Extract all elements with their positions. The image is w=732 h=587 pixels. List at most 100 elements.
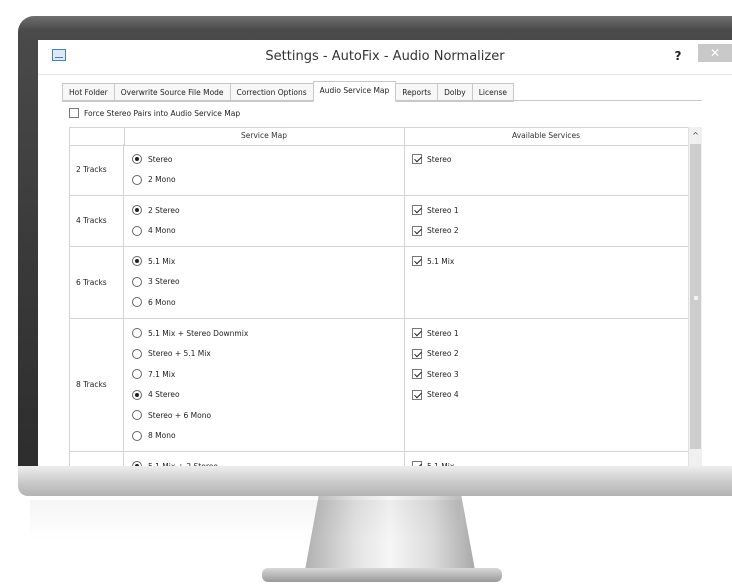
radio-label: 4 Mono: [148, 226, 176, 235]
radio-icon[interactable]: [132, 276, 142, 287]
radio-label: Stereo + 5.1 Mix: [148, 349, 211, 358]
row-label: 6 Tracks: [70, 246, 124, 318]
service-map-radio[interactable]: 8 Mono: [132, 430, 176, 442]
checkbox-label: Stereo 1: [427, 205, 459, 215]
row-label: 4 Tracks: [70, 195, 124, 246]
service-map-radio[interactable]: 5.1 Mix + 2 Stereo: [132, 460, 218, 466]
radio-icon[interactable]: [132, 410, 142, 420]
radio-label: 8 Mono: [148, 431, 176, 440]
row-label: [70, 451, 124, 466]
checkbox-label: Stereo 3: [427, 369, 459, 379]
available-services-cell: Stereo 1 Stereo 2: [404, 195, 688, 246]
radio-icon[interactable]: [132, 389, 142, 400]
service-map-cell: 2 Stereo 4 Mono: [124, 195, 405, 246]
service-map-radio[interactable]: 5.1 Mix: [132, 255, 175, 267]
available-services-cell: 5.1 Mix: [404, 451, 688, 466]
service-map-radio[interactable]: 2 Mono: [132, 174, 176, 186]
scroll-up-icon[interactable]: ^: [689, 127, 702, 144]
header-service-map[interactable]: Service Map: [124, 131, 404, 140]
service-map-cell: Stereo 2 Mono: [124, 144, 405, 195]
title-bar[interactable]: Settings - AutoFix - Audio Normalizer ? …: [38, 40, 732, 75]
checkbox-icon[interactable]: [412, 225, 422, 236]
tab-audio-service-map[interactable]: Audio Service Map: [312, 81, 397, 102]
service-map-radio[interactable]: Stereo + 5.1 Mix: [132, 348, 211, 360]
service-map-grid: Service Map Available Services 2 Tracks S…: [69, 127, 702, 466]
service-map-radio[interactable]: 2 Stereo: [132, 204, 180, 216]
radio-label: 7.1 Mix: [148, 369, 176, 379]
service-map-radio[interactable]: 5.1 Mix + Stereo Downmix: [132, 327, 248, 339]
checkbox-label: Stereo: [427, 154, 452, 164]
service-map-radio[interactable]: Stereo + 6 Mono: [132, 409, 211, 421]
radio-icon[interactable]: [132, 461, 142, 466]
checkbox-icon[interactable]: [412, 369, 422, 379]
available-service-checkbox[interactable]: Stereo 1: [412, 327, 459, 339]
available-service-checkbox[interactable]: 5.1 Mix: [412, 255, 454, 267]
checkbox-icon[interactable]: [412, 256, 422, 266]
desk-reflection: [30, 500, 460, 540]
table-row: 4 Tracks 2 Stereo 4 Mono Stereo 1 Stereo 2: [70, 195, 688, 247]
radio-label: 2 Mono: [148, 175, 176, 184]
available-service-checkbox[interactable]: Stereo 1: [412, 204, 459, 216]
radio-icon[interactable]: [132, 174, 142, 185]
radio-icon[interactable]: [132, 348, 142, 359]
radio-label: 5.1 Mix + Stereo Downmix: [148, 328, 249, 338]
checkbox-label: Stereo 4: [427, 390, 459, 399]
service-map-radio[interactable]: 4 Mono: [132, 225, 176, 237]
help-button[interactable]: ?: [668, 47, 688, 65]
checkbox-icon[interactable]: [412, 205, 422, 215]
service-map-radio[interactable]: 4 Stereo: [132, 389, 180, 401]
checkbox-icon[interactable]: [412, 328, 422, 338]
radio-label: 4 Stereo: [148, 390, 180, 399]
vertical-scrollbar[interactable]: ^: [688, 127, 702, 466]
available-service-checkbox[interactable]: Stereo: [412, 153, 451, 165]
available-service-checkbox[interactable]: Stereo 2: [412, 348, 459, 360]
available-service-checkbox[interactable]: Stereo 2: [412, 225, 459, 237]
table-row: 6 Tracks 5.1 Mix 3 Stereo 6 Mono 5.1 Mix: [70, 246, 688, 319]
header-available-services[interactable]: Available Services: [404, 131, 688, 140]
service-map-cell: 5.1 Mix + 2 Stereo: [124, 451, 405, 466]
checkbox-icon[interactable]: [412, 389, 422, 400]
checkbox-icon[interactable]: [69, 108, 79, 118]
radio-label: Stereo: [148, 154, 173, 164]
available-service-checkbox[interactable]: Stereo 3: [412, 368, 459, 380]
row-label: 2 Tracks: [70, 144, 124, 195]
settings-window: Settings - AutoFix - Audio Normalizer ? …: [38, 40, 732, 466]
radio-icon[interactable]: [132, 328, 142, 338]
close-button[interactable]: ✕: [698, 44, 732, 62]
available-service-checkbox[interactable]: 5.1 Mix: [412, 460, 454, 466]
service-map-cell: 5.1 Mix + Stereo Downmix Stereo + 5.1 Mix…: [124, 318, 405, 451]
radio-label: 3 Stereo: [148, 277, 180, 286]
checkbox-icon[interactable]: [412, 348, 422, 359]
checkbox-icon[interactable]: [412, 461, 422, 466]
table-row: 2 Tracks Stereo 2 Mono Stereo: [70, 144, 688, 196]
radio-icon[interactable]: [132, 297, 142, 307]
radio-icon[interactable]: [132, 430, 142, 441]
service-map-radio[interactable]: 3 Stereo: [132, 276, 180, 288]
radio-icon[interactable]: [132, 154, 142, 164]
available-services-cell: Stereo: [404, 144, 688, 195]
service-map-radio[interactable]: 6 Mono: [132, 296, 176, 308]
force-stereo-label: Force Stereo Pairs into Audio Service Ma…: [84, 108, 241, 118]
checkbox-icon[interactable]: [412, 154, 422, 164]
scroll-thumb[interactable]: [690, 144, 701, 449]
radio-icon[interactable]: [132, 225, 142, 236]
row-label: 8 Tracks: [70, 318, 124, 451]
checkbox-label: 5.1 Mix: [427, 461, 455, 467]
checkbox-label: Stereo 2: [427, 226, 459, 235]
force-stereo-checkbox[interactable]: Force Stereo Pairs into Audio Service Ma…: [69, 106, 240, 120]
monitor-bezel: [18, 466, 732, 496]
radio-icon[interactable]: [132, 256, 142, 266]
radio-label: 5.1 Mix + 2 Stereo: [148, 461, 218, 467]
monitor-stand-base: [262, 568, 502, 582]
service-map-radio[interactable]: Stereo: [132, 153, 172, 165]
radio-icon[interactable]: [132, 369, 142, 379]
checkbox-label: Stereo 2: [427, 349, 459, 358]
radio-label: 6 Mono: [148, 297, 176, 307]
radio-icon[interactable]: [132, 205, 142, 215]
checkbox-label: 5.1 Mix: [427, 256, 455, 266]
radio-label: 5.1 Mix: [148, 256, 176, 266]
tab-strip: Hot Folder Overwrite Source File Mode Co…: [62, 81, 515, 102]
available-services-cell: Stereo 1 Stereo 2 Stereo 3 Stereo 4: [404, 318, 688, 451]
available-service-checkbox[interactable]: Stereo 4: [412, 389, 459, 401]
service-map-radio[interactable]: 7.1 Mix: [132, 368, 175, 380]
